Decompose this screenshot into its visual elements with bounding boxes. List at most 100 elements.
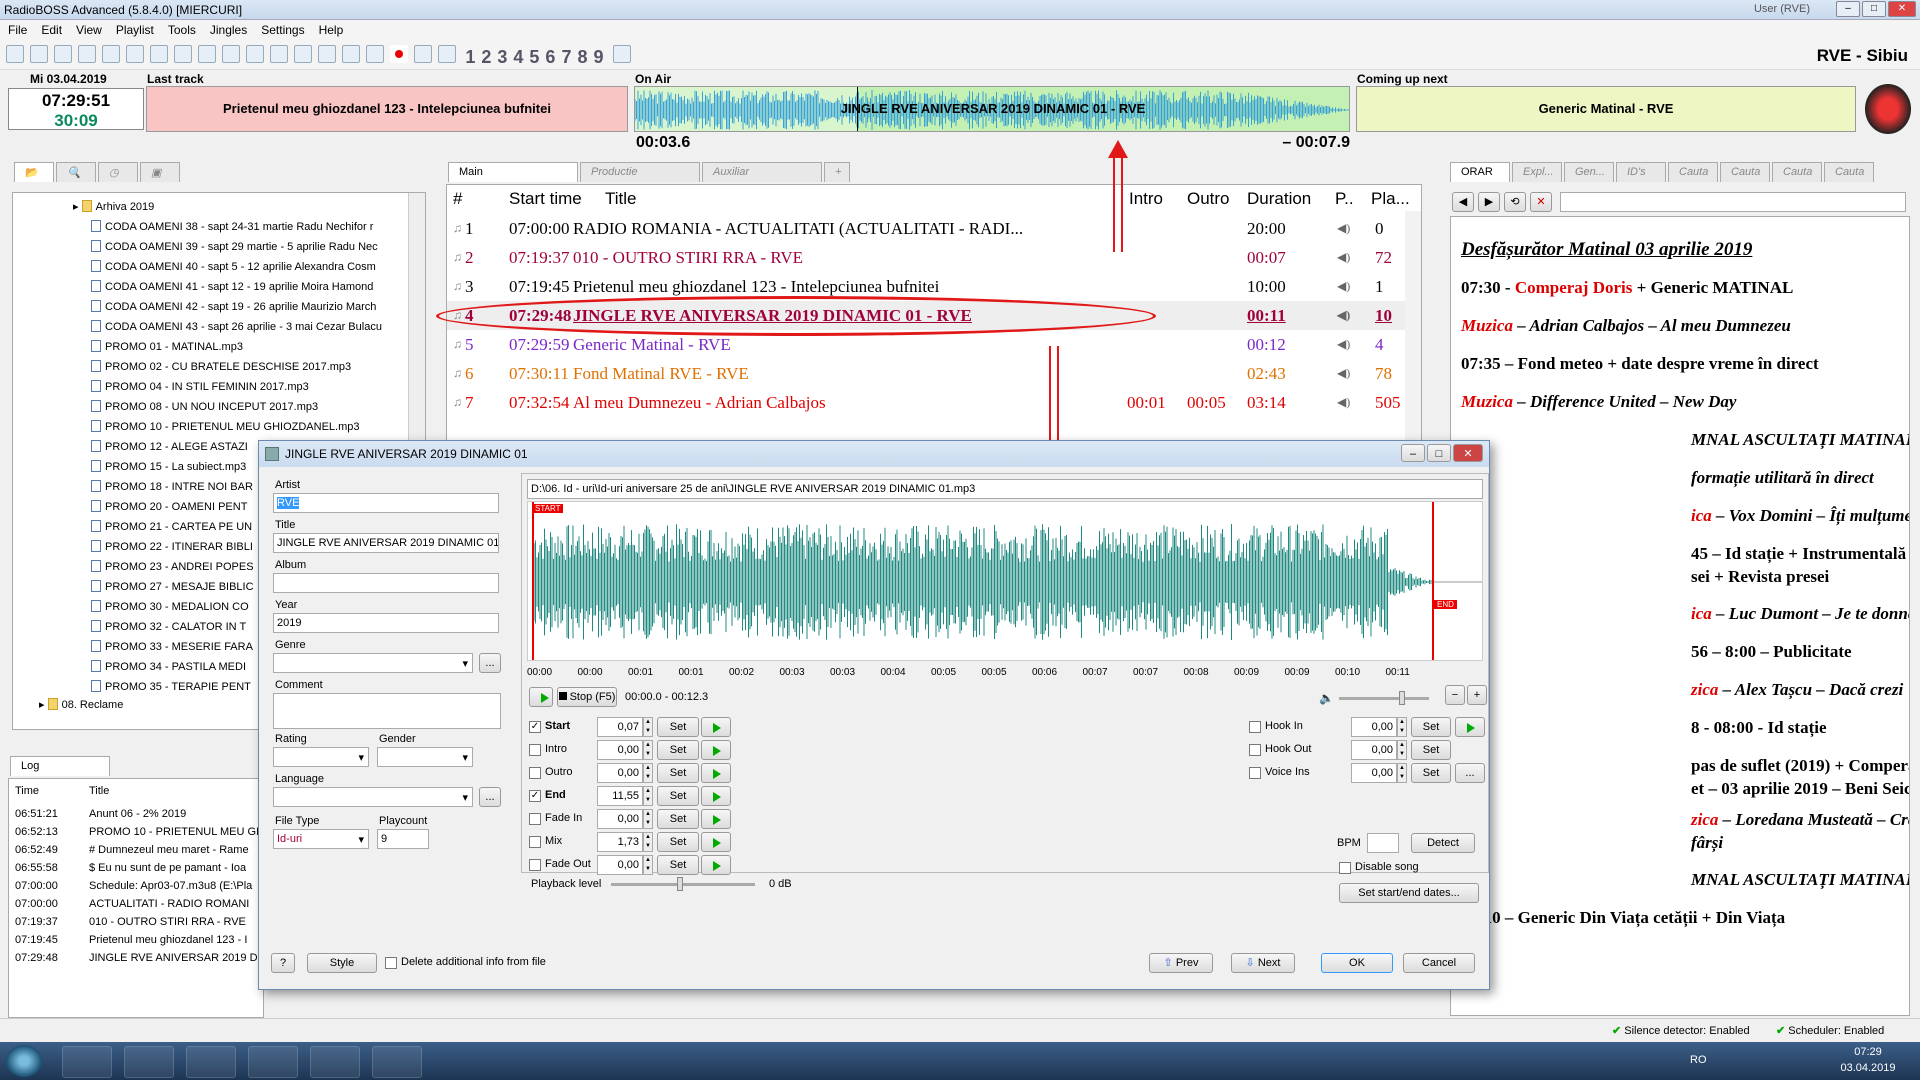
marker-spinner[interactable]: ▲ ▼ (643, 832, 653, 852)
tree-file-item[interactable]: PROMO 08 - UN NOU INCEPUT 2017.mp3 (91, 397, 409, 417)
col-duration[interactable]: Duration (1247, 189, 1311, 209)
minimize-icon[interactable]: – (1836, 1, 1860, 17)
log-row[interactable]: 07:19:37 010 - OUTRO STIRI RRA - RVE (9, 913, 263, 931)
style-button[interactable]: Style (307, 953, 377, 973)
menu-playlist[interactable]: Playlist (108, 20, 160, 37)
playlist-row[interactable]: ♫ 6 07:30:11 Fond Matinal RVE - RVE 02:43 ◀) 7… (447, 359, 1421, 388)
menu-view[interactable]: View (68, 20, 108, 37)
clock-tab-icon[interactable]: ◷ (98, 162, 138, 182)
col-start[interactable]: Start time (509, 189, 582, 209)
marker-checkbox[interactable] (529, 859, 541, 871)
year-field[interactable]: 2019 (273, 613, 499, 633)
cancel-button[interactable]: Cancel (1403, 953, 1475, 973)
hook-value-field[interactable]: 0,00 (1351, 763, 1397, 783)
folder-tab-icon[interactable]: 📂 (14, 162, 54, 182)
hook-spinner[interactable]: ▲ ▼ (1397, 717, 1407, 737)
headphones-icon[interactable] (1865, 84, 1911, 134)
search-tab-icon[interactable]: 🔍 (56, 162, 96, 182)
menu-edit[interactable]: Edit (33, 20, 68, 37)
cut-icon[interactable] (102, 45, 120, 63)
marker-spinner[interactable]: ▲ ▼ (643, 763, 653, 783)
add-tab-icon[interactable]: + (824, 162, 850, 182)
dialog-play-button[interactable] (529, 687, 553, 707)
log-row[interactable]: 07:00:00 Schedule: Apr03-07.m3u8 (E:\Pla (9, 877, 263, 895)
tab-cauta-1[interactable]: Cauta (1668, 162, 1718, 182)
tab-cauta-3[interactable]: Cauta (1772, 162, 1822, 182)
marker-spinner[interactable]: ▲ ▼ (643, 855, 653, 875)
tree-file-item[interactable]: CODA OAMENI 41 - sapt 12 - 19 aprilie Mo… (91, 277, 409, 297)
tab-gen[interactable]: Gen... (1564, 162, 1614, 182)
library-icon[interactable] (342, 45, 360, 63)
filetype-select[interactable]: Id-uri ▾ (273, 829, 369, 849)
record-icon[interactable] (390, 45, 408, 63)
album-field[interactable] (273, 573, 499, 593)
log-row[interactable]: 06:55:58 $ Eu nu sunt de pe pamant - Ioa (9, 859, 263, 877)
marker-value-field[interactable]: 0,00 (597, 855, 643, 875)
menu-settings[interactable]: Settings (253, 20, 310, 37)
stop-icon[interactable]: ✕ (1530, 192, 1552, 212)
hook-play-button[interactable] (1455, 717, 1485, 737)
col-p[interactable]: P.. (1335, 189, 1354, 209)
menu-help[interactable]: Help (311, 20, 350, 37)
tab-auxiliar[interactable]: Auxiliar (702, 162, 822, 182)
playlist-row[interactable]: ♫ 7 07:32:54 Al meu Dumnezeu - Adrian Calba… (447, 388, 1421, 417)
language-indicator[interactable]: RO (1690, 1054, 1707, 1066)
marker-spinner[interactable]: ▲ ▼ (643, 717, 653, 737)
playlist-1-button[interactable]: 1 (465, 47, 475, 68)
tree-file-item[interactable]: CODA OAMENI 42 - sapt 19 - 26 aprilie Ma… (91, 297, 409, 317)
genre-select[interactable]: ▾ (273, 653, 473, 673)
col-num[interactable]: # (453, 189, 462, 209)
marker-value-field[interactable]: 1,73 (597, 832, 643, 852)
tree-file-item[interactable]: PROMO 10 - PRIETENUL MEU GHIOZDANEL.mp3 (91, 417, 409, 437)
gender-select[interactable]: ▾ (377, 747, 473, 767)
marker-set-button[interactable]: Set (657, 832, 699, 852)
stop-button[interactable]: Stop (F5) (557, 687, 617, 707)
marker-checkbox[interactable]: ✓ (529, 790, 541, 802)
comment-field[interactable] (273, 693, 501, 729)
tree-file-item[interactable]: PROMO 04 - IN STIL FEMININ 2017.mp3 (91, 377, 409, 397)
marker-spinner[interactable]: ▲ ▼ (643, 809, 653, 829)
end-marker-line[interactable] (1432, 502, 1434, 660)
save-as-icon[interactable] (78, 45, 96, 63)
playlist-5-button[interactable]: 5 (529, 47, 539, 68)
gear-icon[interactable] (612, 45, 631, 63)
forward-icon[interactable]: ▶ (1478, 192, 1500, 212)
hook-set-button[interactable]: Set (1411, 717, 1451, 737)
marker-set-button[interactable]: Set (657, 740, 699, 760)
marker-play-button[interactable] (701, 786, 731, 806)
playlist-row[interactable]: ♫ 1 07:00:00 RADIO ROMANIA - ACTUALITATI (A… (447, 214, 1421, 243)
tab-main[interactable]: Main (448, 162, 578, 182)
start-marker-line[interactable] (532, 502, 534, 660)
marker-checkbox[interactable]: ✓ (529, 721, 541, 733)
playlist-3-button[interactable]: 3 (497, 47, 507, 68)
bpm-field[interactable] (1367, 833, 1399, 853)
globe-icon[interactable] (438, 45, 456, 63)
genre-browse-button[interactable]: ... (479, 653, 501, 673)
explorer-icon[interactable] (124, 1046, 174, 1078)
marker-spinner[interactable]: ▲ ▼ (643, 786, 653, 806)
tree-file-item[interactable]: CODA OAMENI 39 - sapt 29 martie - 5 apri… (91, 237, 409, 257)
marker-value-field[interactable]: 11,55 (597, 786, 643, 806)
hook-checkbox[interactable] (1249, 767, 1261, 779)
scheduler-icon[interactable] (294, 45, 312, 63)
menu-jingles[interactable]: Jingles (202, 20, 253, 37)
playlist-6-button[interactable]: 6 (545, 47, 555, 68)
hook-spinner[interactable]: ▲ ▼ (1397, 763, 1407, 783)
set-dates-button[interactable]: Set start/end dates... (1339, 883, 1479, 903)
voice-browse-button[interactable]: ... (1455, 763, 1485, 783)
marker-value-field[interactable]: 0,07 (597, 717, 643, 737)
col-title[interactable]: Title (605, 189, 637, 209)
refresh-icon[interactable]: ⟲ (1504, 192, 1526, 212)
disable-song-checkbox[interactable] (1339, 862, 1351, 874)
tab-cauta-2[interactable]: Cauta (1720, 162, 1770, 182)
delete-info-checkbox[interactable] (385, 957, 397, 969)
next-button[interactable]: ⇩ Next (1231, 953, 1295, 973)
hook-set-button[interactable]: Set (1411, 763, 1451, 783)
menu-file[interactable]: File (0, 20, 33, 37)
coming-up-box[interactable]: Generic Matinal - RVE (1356, 86, 1856, 132)
help-button[interactable]: ? (271, 953, 295, 973)
tree-root[interactable]: ▸ Arhiva 2019 (73, 197, 154, 217)
marker-checkbox[interactable] (529, 767, 541, 779)
title-field[interactable]: JINGLE RVE ANIVERSAR 2019 DINAMIC 01 (273, 533, 499, 553)
rating-select[interactable]: ▾ (273, 747, 369, 767)
